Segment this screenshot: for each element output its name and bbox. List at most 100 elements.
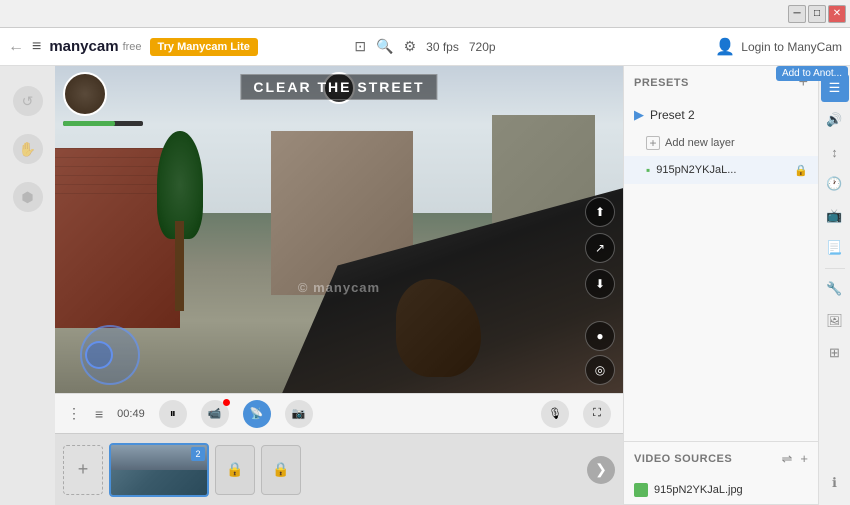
rail-grid-icon[interactable]: ⊞ — [821, 339, 849, 367]
game-joystick — [80, 325, 140, 385]
record-indicator — [223, 399, 230, 406]
window-controls[interactable]: ─ □ ✕ — [788, 5, 846, 23]
hud-action-buttons: ⬆ ↗ ⬇ — [585, 197, 615, 299]
main-toolbar: ← ≡ manycam free Try Manycam Lite ⊡ 🔍 ⚙ … — [0, 28, 850, 66]
video-source-item-1[interactable]: 915pN2YKJaL.jpg — [624, 476, 818, 504]
pause-button[interactable]: ⏸ — [159, 400, 187, 428]
resolution-display: 720p — [469, 40, 496, 54]
mic-button[interactable]: 🎙 — [541, 400, 569, 428]
broadcast-icon: 📡 — [250, 407, 264, 420]
rail-timer-icon[interactable]: 🕐 — [821, 170, 849, 198]
lock-icon-1: 🔒 — [226, 461, 243, 478]
preset-label: Preset 2 — [650, 108, 695, 122]
fire-btn: ● — [585, 321, 615, 351]
video-section: Clear THE STREET © manycam ⬆ ↗ ⬇ ● ◎ — [55, 66, 623, 505]
add-layer-icon: + — [646, 136, 660, 150]
rail-tools-icon[interactable]: 🔧 — [821, 275, 849, 303]
vsource-add-icon[interactable]: + — [800, 451, 808, 467]
health-fill — [63, 121, 115, 126]
hud-bottom-right: ● ◎ — [585, 321, 615, 385]
layer-lock-1[interactable]: 🔒 — [215, 445, 255, 495]
presets-section: PRESETS + ▶ Preset 2 + Add new layer ▪ 9… — [624, 66, 818, 442]
brand-logo: manycam — [49, 38, 118, 55]
title-bar: ─ □ ✕ — [0, 0, 850, 28]
fps-display: 30 fps — [426, 40, 459, 54]
rail-image-icon[interactable]: 🖼 — [821, 307, 849, 335]
layer-entry-label: 915pN2YKJaL... — [656, 164, 788, 176]
video-preview[interactable]: Clear THE STREET © manycam ⬆ ↗ ⬇ ● ◎ — [55, 66, 623, 393]
hud-btn-2: ↗ — [585, 233, 615, 263]
hud-btn-1: ⬆ — [585, 197, 615, 227]
game-screen: Clear THE STREET © manycam ⬆ ↗ ⬇ ● ◎ — [55, 66, 623, 393]
right-icon-rail: ☰ 🔊 ↕ 🕐 📺 📃 🔧 🖼 ⊞ ℹ — [818, 66, 850, 505]
presets-title: PRESETS — [634, 77, 689, 89]
menu-button[interactable]: ≡ — [32, 38, 41, 56]
layer-item-1[interactable]: 2 — [109, 443, 209, 497]
ghost-icon-3: ⬢ — [13, 182, 43, 212]
add-to-another-tooltip: Add to Anot... — [776, 66, 848, 81]
camera-button[interactable]: 📷 — [285, 400, 313, 428]
rail-screen-icon[interactable]: 📺 — [821, 202, 849, 230]
vsource-adjust-icon[interactable]: ⇌ — [782, 451, 793, 467]
hud-btn-3: ⬇ — [585, 269, 615, 299]
rail-info-icon[interactable]: ℹ — [821, 469, 849, 497]
health-bar — [63, 121, 143, 126]
more-options-icon[interactable]: ⋮ — [67, 405, 81, 422]
vsource-label: 915pN2YKJaL.jpg — [654, 484, 743, 496]
mission-text: Clear THE STREET — [240, 74, 437, 100]
main-content: ↺ ✋ ⬢ — [0, 66, 850, 505]
settings-icon[interactable]: ⚙ — [404, 38, 417, 55]
try-manycam-lite-button[interactable]: Try Manycam Lite — [150, 38, 258, 56]
back-button[interactable]: ← — [8, 38, 24, 56]
video-controls-bar: ⋮ ≡ 00:49 ⏸ 📹 📡 📷 🎙 ⛶ — [55, 393, 623, 433]
layer-lock-2[interactable]: 🔒 — [261, 445, 301, 495]
user-avatar-icon: 👤 — [715, 37, 735, 57]
close-btn[interactable]: ✕ — [828, 5, 846, 23]
video-sources-header: VIDEO SOURCES ⇌ + — [624, 442, 818, 476]
add-new-layer-label: Add new layer — [665, 137, 735, 149]
restore-btn[interactable]: ─ — [788, 5, 806, 23]
add-new-layer-button[interactable]: + Add new layer — [624, 130, 818, 156]
preset-layer-entry[interactable]: ▪ 915pN2YKJaL... 🔒 — [624, 156, 818, 184]
vsource-thumbnail — [634, 483, 648, 497]
layer-next-button[interactable]: ❯ — [587, 456, 615, 484]
left-ghost-panel: ↺ ✋ ⬢ — [0, 66, 55, 505]
game-tree — [157, 131, 202, 311]
crop-icon[interactable]: ⊡ — [354, 38, 366, 55]
video-sources-title: VIDEO SOURCES — [634, 453, 732, 465]
toolbar-center: ⊡ 🔍 ⚙ 30 fps 720p — [354, 38, 495, 55]
fullscreen-icon: ⛶ — [593, 407, 601, 420]
joystick-inner — [85, 341, 113, 369]
time-display: 00:49 — [117, 408, 145, 420]
preset-item-2[interactable]: ▶ Preset 2 — [624, 100, 818, 130]
fullscreen-button[interactable]: ⛶ — [583, 400, 611, 428]
toolbar-right: 👤 Login to ManyCam — [715, 37, 842, 57]
minimize-btn[interactable]: □ — [808, 5, 826, 23]
layer-entry-lock-icon: 🔒 — [794, 164, 808, 177]
video-sources-section: VIDEO SOURCES ⇌ + 915pN2YKJaL.jpg — [624, 442, 818, 505]
layer-entry-icon: ▪ — [646, 163, 650, 177]
zoom-icon[interactable]: 🔍 — [376, 38, 393, 55]
brand: manycam free — [49, 38, 141, 55]
pause-icon: ⏸ — [170, 406, 176, 421]
login-button[interactable]: Login to ManyCam — [741, 40, 842, 54]
rail-document-icon[interactable]: 📃 — [821, 234, 849, 262]
rail-separator — [825, 268, 845, 269]
brand-free: free — [123, 41, 142, 53]
hud-player-area — [63, 72, 107, 116]
right-panel: PRESETS + ▶ Preset 2 + Add new layer ▪ 9… — [623, 66, 818, 505]
layers-list-icon[interactable]: ≡ — [95, 406, 103, 422]
record-button[interactable]: 📹 — [201, 400, 229, 428]
layer-strip: + 2 🔒 🔒 ❯ — [55, 433, 623, 505]
rail-audio-icon[interactable]: 🔊 — [821, 106, 849, 134]
rail-bottom: ℹ — [821, 469, 849, 497]
mic-icon: 🎙 — [548, 407, 562, 420]
record-icon: 📹 — [208, 407, 222, 420]
camera-icon: 📷 — [292, 407, 306, 420]
aim-btn: ◎ — [585, 355, 615, 385]
broadcast-button[interactable]: 📡 — [243, 400, 271, 428]
manycam-watermark: © manycam — [298, 280, 380, 295]
ghost-icon-2: ✋ — [13, 134, 43, 164]
rail-chroma-icon[interactable]: ↕ — [821, 138, 849, 166]
add-layer-strip-button[interactable]: + — [63, 445, 103, 495]
